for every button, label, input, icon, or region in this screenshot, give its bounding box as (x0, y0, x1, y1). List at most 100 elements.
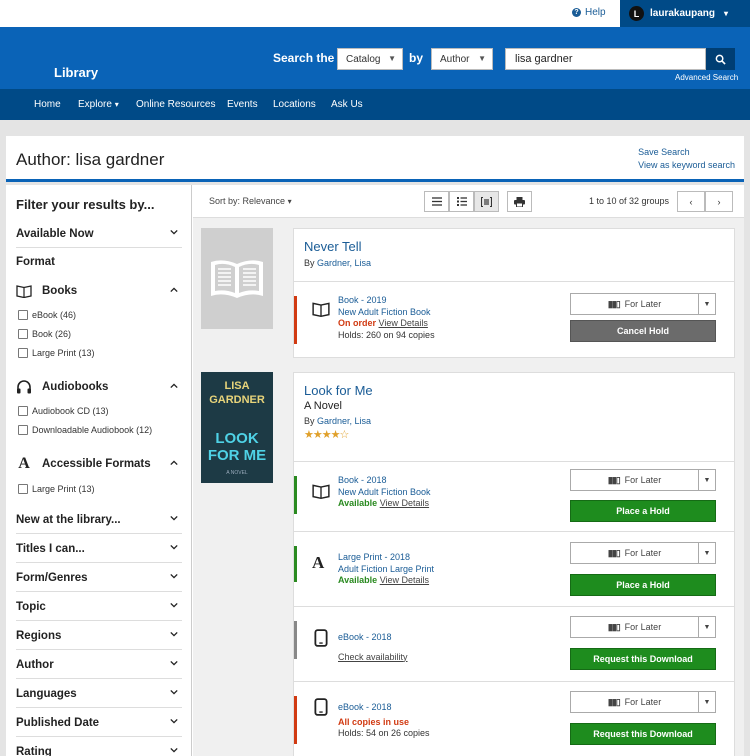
status-indicator (294, 696, 297, 744)
advanced-search-link[interactable]: Advanced Search (675, 73, 738, 82)
nav-home[interactable]: Home (34, 99, 61, 110)
chevron-down-icon: ▾ (114, 100, 119, 109)
chevron-down-icon[interactable]: ▼ (699, 477, 715, 484)
next-page-button[interactable]: › (705, 191, 733, 212)
filter-languages[interactable]: Languages (16, 680, 182, 708)
filter-regions[interactable]: Regions (16, 622, 182, 650)
author-link[interactable]: Gardner, Lisa (317, 258, 371, 268)
filter-accessible-label: Accessible Formats (42, 458, 151, 470)
for-later-label-wrap: ▮▮▯ For Later (571, 294, 699, 314)
chevron-down-icon[interactable]: ▼ (699, 301, 715, 308)
cancel-hold-button[interactable]: Cancel Hold (570, 320, 716, 342)
checkbox[interactable] (18, 484, 28, 494)
view-grouped-button[interactable] (474, 191, 499, 212)
for-later-button[interactable]: ▮▮▯ For Later ▼ (570, 469, 716, 491)
collection-link[interactable]: Adult Fiction Large Print (338, 564, 434, 576)
sort-dropdown[interactable]: Sort by: Relevance ▾ (209, 196, 292, 206)
holds-count: Holds: 54 on 26 copies (338, 728, 430, 738)
bulleted-list-icon (456, 197, 467, 206)
filter-books-toggle[interactable]: Books (16, 281, 182, 301)
place-hold-button[interactable]: Place a Hold (570, 500, 716, 522)
view-details-link[interactable]: View Details (380, 575, 429, 585)
print-button[interactable] (507, 191, 532, 212)
library-logo[interactable]: Library (54, 65, 98, 80)
checkbox[interactable] (18, 425, 28, 435)
checkbox[interactable] (18, 348, 28, 358)
filter-topic[interactable]: Topic (16, 593, 182, 621)
format-row: eBook - 2018 Check availability ▮▮▯ For L… (294, 606, 734, 681)
chevron-down-icon[interactable]: ▼ (699, 624, 715, 631)
nav-explore-label: Explore (78, 99, 112, 110)
search-button[interactable] (706, 48, 735, 70)
search-input[interactable]: lisa gardner (505, 48, 706, 70)
chevron-down-icon[interactable]: ▼ (699, 699, 715, 706)
checkbox[interactable] (18, 329, 28, 339)
filter-available-now[interactable]: Available Now (16, 220, 182, 248)
collection-link[interactable]: New Adult Fiction Book (338, 307, 435, 319)
check-availability-link[interactable]: Check availability (338, 652, 408, 664)
view-list-button[interactable] (424, 191, 449, 212)
chevron-down-icon[interactable]: ▼ (699, 550, 715, 557)
filter-checkbox-ebook[interactable]: eBook (46) (18, 310, 76, 320)
previous-page-button[interactable]: ‹ (677, 191, 705, 212)
checkbox[interactable] (18, 310, 28, 320)
filter-option-label: Book (26) (32, 329, 72, 339)
for-later-button[interactable]: ▮▮▯ For Later ▼ (570, 691, 716, 713)
chevron-left-icon: ‹ (689, 196, 693, 207)
for-later-button[interactable]: ▮▮▯ For Later ▼ (570, 616, 716, 638)
save-search-link[interactable]: Save Search (638, 146, 735, 159)
catalog-select[interactable]: Catalog ▼ (337, 48, 403, 70)
filter-checkbox-downloadable-audiobook[interactable]: Downloadable Audiobook (12) (18, 425, 152, 435)
nav-events[interactable]: Events (227, 99, 258, 110)
format-type-link[interactable]: Large Print - 2018 (338, 552, 434, 564)
filter-new-at-library[interactable]: New at the library... (16, 506, 182, 534)
place-hold-button[interactable]: Place a Hold (570, 574, 716, 596)
nav-online-resources[interactable]: Online Resources (136, 99, 215, 110)
for-later-button[interactable]: ▮▮▯ For Later ▼ (570, 542, 716, 564)
filter-audiobooks-toggle[interactable]: Audiobooks (16, 377, 182, 397)
view-detailed-list-button[interactable] (449, 191, 474, 212)
nav-locations[interactable]: Locations (273, 99, 316, 110)
author-link[interactable]: Gardner, Lisa (317, 416, 371, 426)
filter-books-label: Books (42, 285, 78, 297)
format-row: Book - 2019 New Adult Fiction Book On or… (294, 281, 734, 357)
format-type-link[interactable]: Book - 2019 (338, 295, 435, 307)
format-type-link[interactable]: eBook - 2018 (338, 632, 408, 644)
search-field-select[interactable]: Author ▼ (431, 48, 493, 70)
help-link[interactable]: ? Help (572, 7, 606, 18)
view-details-link[interactable]: View Details (379, 318, 428, 328)
format-type-link[interactable]: Book - 2018 (338, 475, 431, 487)
filter-published-date[interactable]: Published Date (16, 709, 182, 737)
book-title-link[interactable]: Look for Me (304, 383, 373, 398)
main-nav: Home Explore ▾ Online Resources Events L… (0, 89, 750, 120)
chevron-down-icon (170, 718, 178, 724)
filter-checkbox-audiobook-cd[interactable]: Audiobook CD (13) (18, 406, 109, 416)
book-cover[interactable]: LISA GARDNER LOOK FOR ME A NOVEL (201, 372, 273, 483)
for-later-button[interactable]: ▮▮▯ For Later ▼ (570, 293, 716, 315)
format-row: eBook - 2018 All copies in use Holds: 54… (294, 681, 734, 756)
filter-checkbox-large-print[interactable]: Large Print (13) (18, 348, 95, 358)
filter-rating[interactable]: Rating (16, 738, 182, 756)
filter-format-heading: Format (16, 252, 182, 272)
filter-author[interactable]: Author (16, 651, 182, 679)
book-title-link[interactable]: Never Tell (304, 239, 371, 254)
view-details-link[interactable]: View Details (380, 498, 429, 508)
availability-line: Available View Details (338, 575, 434, 587)
search-field-value: Author (440, 53, 470, 65)
filter-checkbox-accessible-large-print[interactable]: Large Print (13) (18, 484, 95, 494)
collection-link[interactable]: New Adult Fiction Book (338, 487, 431, 499)
request-download-button[interactable]: Request this Download (570, 648, 716, 670)
filter-titles-i-can[interactable]: Titles I can... (16, 535, 182, 563)
format-info: Book - 2018 New Adult Fiction Book Avail… (338, 475, 431, 510)
account-menu[interactable]: L laurakaupang ▾ (620, 0, 750, 27)
filter-checkbox-book[interactable]: Book (26) (18, 329, 71, 339)
checkbox[interactable] (18, 406, 28, 416)
request-download-button[interactable]: Request this Download (570, 723, 716, 745)
format-type-link[interactable]: eBook - 2018 (338, 702, 430, 714)
filter-form-genres[interactable]: Form/Genres (16, 564, 182, 592)
filter-accessible-toggle[interactable]: A Accessible Formats (16, 454, 182, 474)
nav-ask-us[interactable]: Ask Us (331, 99, 363, 110)
keyword-search-link[interactable]: View as keyword search (638, 159, 735, 172)
nav-explore[interactable]: Explore ▾ (78, 99, 119, 110)
book-cover-placeholder[interactable] (201, 228, 273, 329)
